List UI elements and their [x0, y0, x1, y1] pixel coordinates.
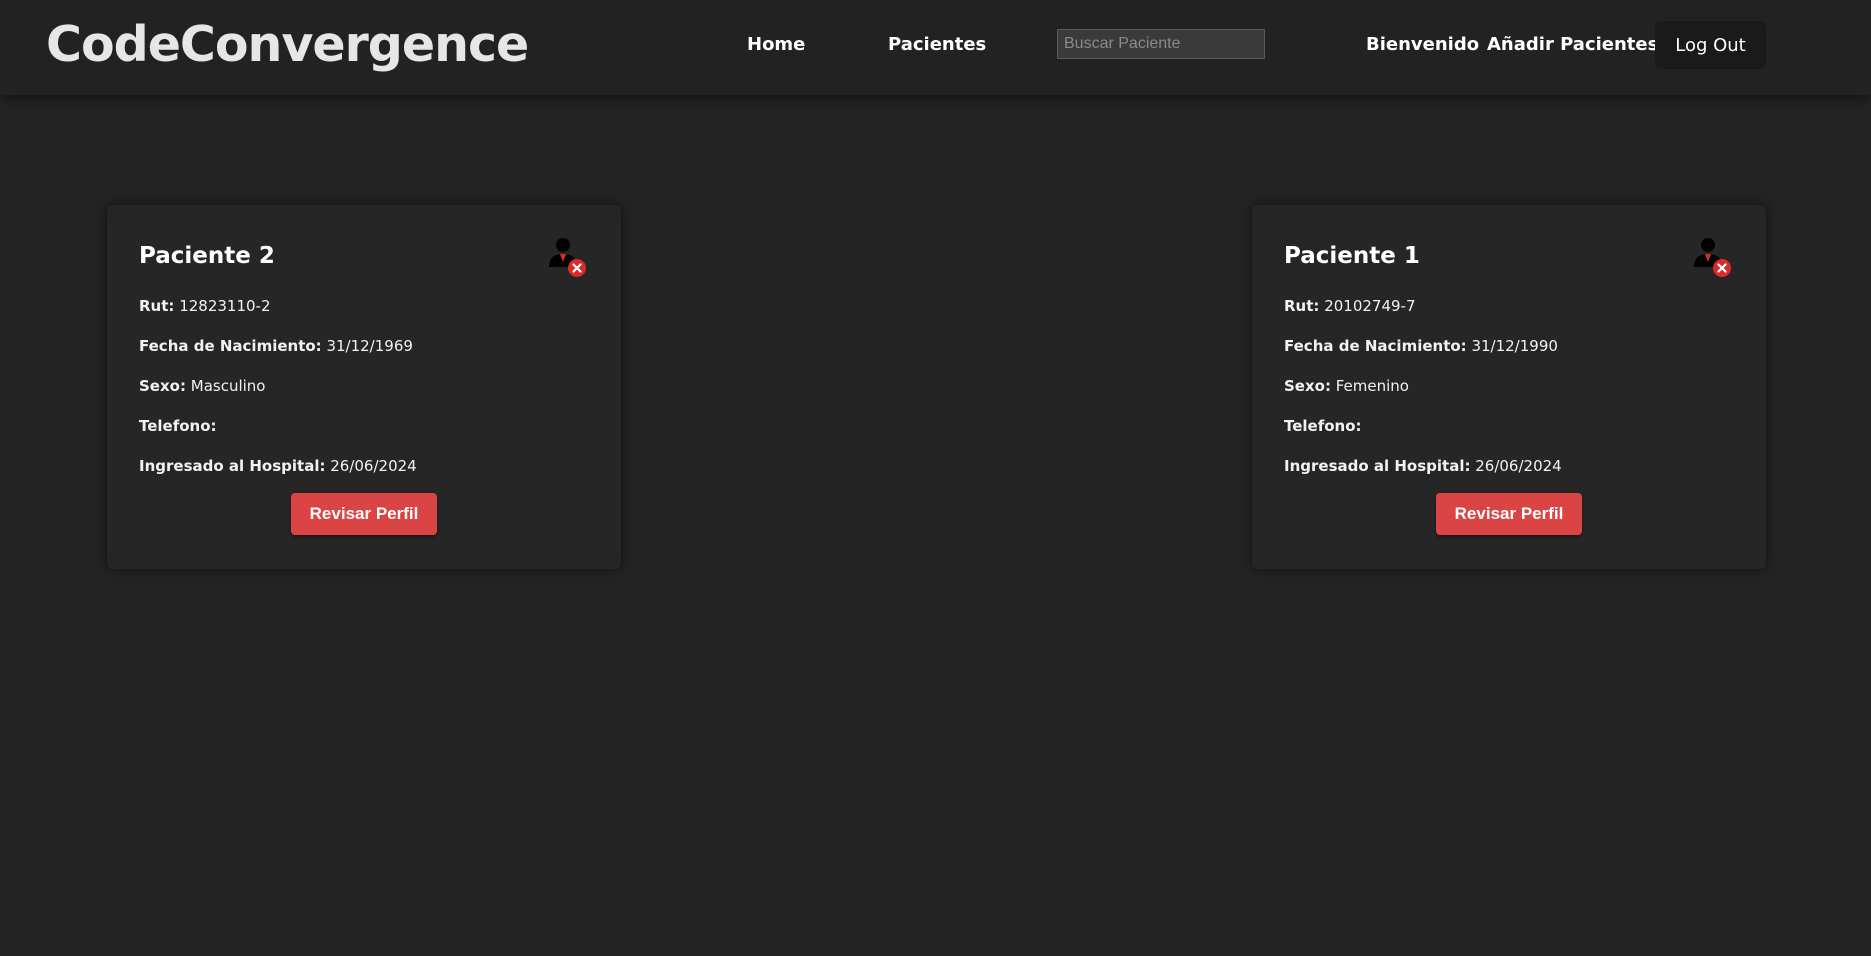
admission-label: Ingresado al Hospital: [1284, 457, 1471, 475]
phone-row: Telefono: [1284, 417, 1362, 435]
admission-row: Ingresado al Hospital: 26/06/2024 [1284, 457, 1562, 475]
nav-bienvenido-link[interactable]: Bienvenido [1366, 34, 1479, 55]
review-profile-button[interactable]: Revisar Perfil [1436, 493, 1582, 535]
nav-home-link[interactable]: Home [747, 34, 805, 55]
brand-logo[interactable]: CodeConvergence [46, 16, 529, 73]
sex-row: Sexo: Masculino [139, 377, 265, 395]
patient-card: Paciente 1 Rut: 20102749-7 Fecha de Naci… [1252, 205, 1766, 569]
admission-label: Ingresado al Hospital: [139, 457, 326, 475]
birthdate-value: 31/12/1969 [326, 337, 413, 355]
top-navbar: CodeConvergence Home Pacientes Bienvenid… [0, 0, 1871, 95]
rut-row: Rut: 12823110-2 [139, 297, 271, 315]
phone-label: Telefono: [1284, 417, 1362, 435]
sex-value: Masculino [190, 377, 266, 395]
review-profile-button[interactable]: Revisar Perfil [291, 493, 437, 535]
logout-button[interactable]: Log Out [1655, 21, 1766, 69]
rut-value: 20102749-7 [1324, 297, 1416, 315]
rut-label: Rut: [1284, 297, 1320, 315]
birthdate-label: Fecha de Nacimiento: [139, 337, 322, 355]
nav-pacientes-link[interactable]: Pacientes [888, 34, 986, 55]
remove-patient-icon[interactable] [547, 235, 591, 279]
sex-row: Sexo: Femenino [1284, 377, 1409, 395]
admission-value: 26/06/2024 [1475, 457, 1562, 475]
patient-name: Paciente 2 [139, 243, 275, 269]
birthdate-value: 31/12/1990 [1471, 337, 1558, 355]
sex-value: Femenino [1335, 377, 1409, 395]
birthdate-label: Fecha de Nacimiento: [1284, 337, 1467, 355]
patient-name: Paciente 1 [1284, 243, 1420, 269]
remove-patient-icon[interactable] [1692, 235, 1736, 279]
nav-add-patients-link[interactable]: Añadir Pacientes [1487, 34, 1658, 55]
sex-label: Sexo: [1284, 377, 1331, 395]
search-patient-input[interactable] [1057, 29, 1265, 59]
birthdate-row: Fecha de Nacimiento: 31/12/1990 [1284, 337, 1558, 355]
sex-label: Sexo: [139, 377, 186, 395]
rut-value: 12823110-2 [179, 297, 271, 315]
rut-row: Rut: 20102749-7 [1284, 297, 1416, 315]
phone-row: Telefono: [139, 417, 217, 435]
birthdate-row: Fecha de Nacimiento: 31/12/1969 [139, 337, 413, 355]
admission-value: 26/06/2024 [330, 457, 417, 475]
rut-label: Rut: [139, 297, 175, 315]
phone-label: Telefono: [139, 417, 217, 435]
admission-row: Ingresado al Hospital: 26/06/2024 [139, 457, 417, 475]
patient-card: Paciente 2 Rut: 12823110-2 Fecha de Naci… [107, 205, 621, 569]
